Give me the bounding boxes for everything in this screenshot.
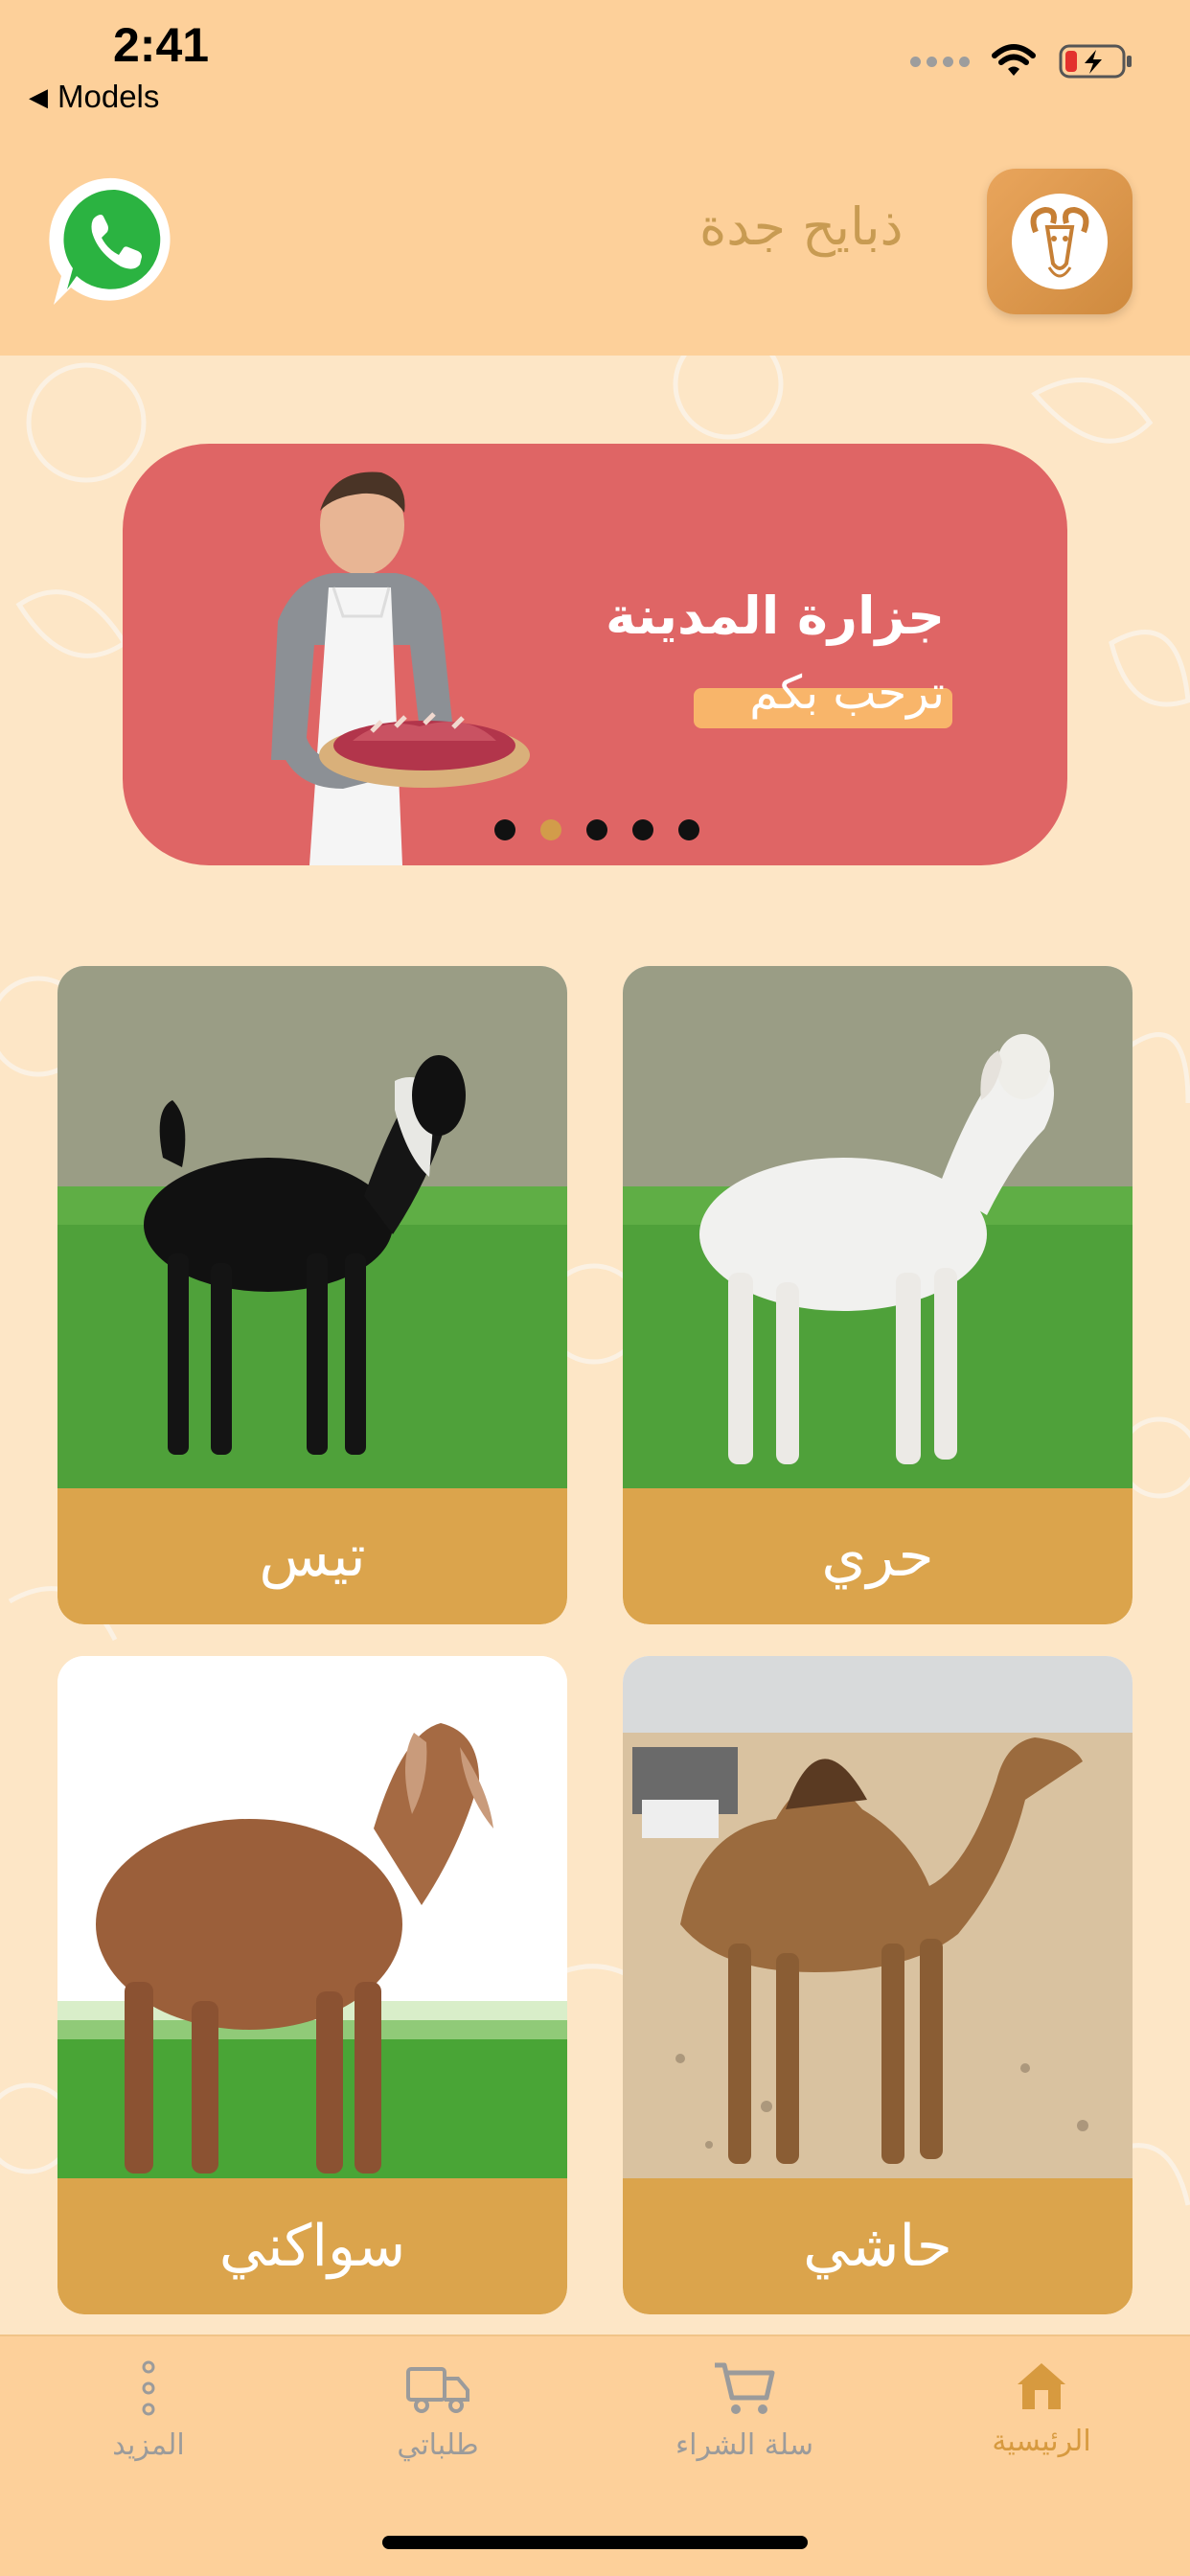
carousel-dot[interactable] [632, 819, 653, 840]
tab-orders[interactable]: طلباتي [328, 2359, 548, 2494]
category-card-tees[interactable]: تيس [57, 966, 567, 1624]
carousel-dot[interactable] [586, 819, 607, 840]
back-label: Models [57, 79, 160, 114]
category-label: تيس [57, 1488, 567, 1624]
battery-icon [1059, 44, 1132, 79]
tab-home[interactable]: الرئيسية [931, 2359, 1152, 2494]
truck-icon [406, 2367, 469, 2413]
cart-icon [715, 2362, 775, 2414]
tab-label: طلباتي [397, 2428, 479, 2462]
promo-banner[interactable]: جزارة المدينة ترحب بكم [123, 444, 1067, 865]
app-logo [987, 169, 1133, 314]
status-icons [910, 42, 1134, 80]
butcher-illustration [271, 472, 530, 865]
page-title: ذبايح جدة [699, 196, 904, 257]
carousel-dots [494, 819, 699, 840]
main-content: جزارة المدينة ترحب بكم حري تيس حاشي سواك… [0, 356, 1190, 2334]
carousel-dot[interactable] [678, 819, 699, 840]
whatsapp-button[interactable] [42, 169, 188, 314]
wifi-icon [992, 44, 1036, 76]
banner-subtitle: ترحب بكم [749, 666, 945, 720]
tab-label: سلة الشراء [675, 2428, 813, 2462]
category-label: سواكني [57, 2178, 567, 2314]
home-indicator[interactable] [382, 2536, 808, 2549]
tab-label: الرئيسية [992, 2425, 1091, 2458]
category-card-hashi[interactable]: حاشي [623, 1656, 1133, 2314]
carousel-dot-active[interactable] [540, 819, 561, 840]
banner-title: جزارة المدينة [605, 586, 945, 646]
black-goat-image [57, 966, 567, 1488]
tab-more[interactable]: المزيد [38, 2359, 259, 2494]
app-header: 2:41 ◀ Models ذبايح جدة [0, 0, 1190, 356]
white-sheep-image [623, 966, 1133, 1488]
category-label: حري [623, 1488, 1133, 1624]
tab-cart[interactable]: سلة الشراء [634, 2359, 855, 2494]
camel-image [623, 1656, 1133, 2178]
category-card-sawakni[interactable]: سواكني [57, 1656, 567, 2314]
carousel-dot[interactable] [494, 819, 515, 840]
category-card-harri[interactable]: حري [623, 966, 1133, 1624]
brown-sheep-image [57, 1656, 567, 2178]
more-icon [142, 2360, 155, 2416]
home-icon [1018, 2363, 1065, 2409]
whatsapp-icon [49, 177, 171, 305]
back-to-models-link[interactable]: ◀ Models [29, 79, 159, 115]
tab-label: المزيد [112, 2428, 185, 2462]
status-time: 2:41 [113, 18, 210, 72]
back-arrow-icon: ◀ [29, 81, 48, 111]
category-label: حاشي [623, 2178, 1133, 2314]
ram-logo-icon [1012, 194, 1108, 289]
signal-icon [910, 56, 970, 67]
